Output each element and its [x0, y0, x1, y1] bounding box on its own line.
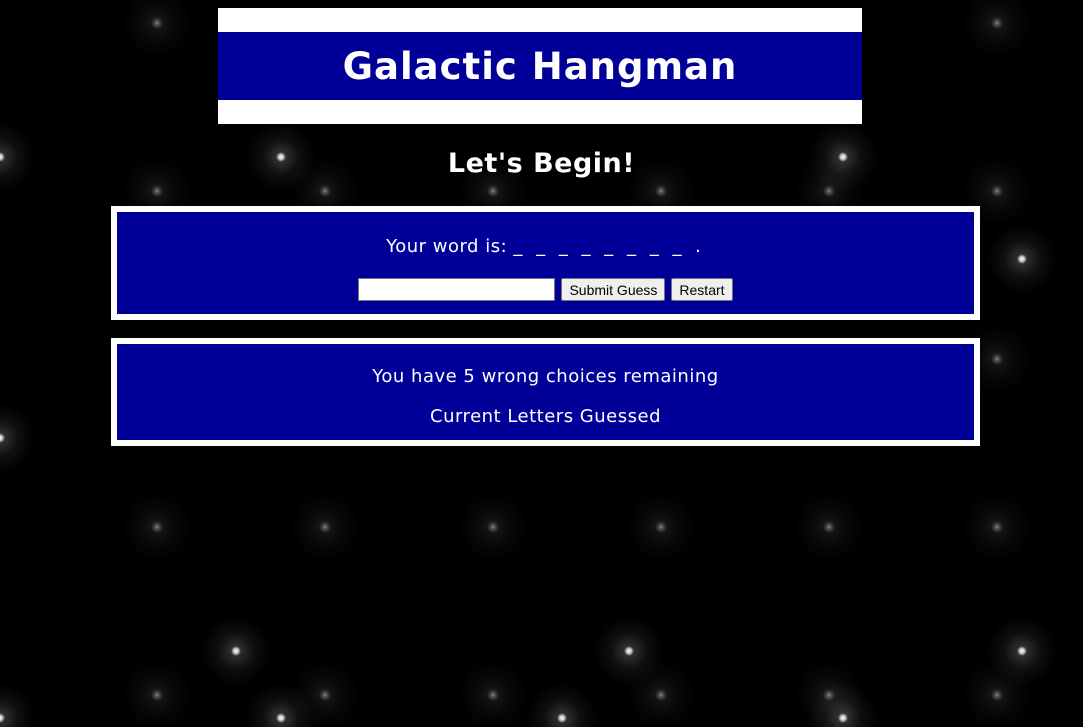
star-decoration: [458, 660, 528, 727]
word-blanks: _ _ _ _ _ _ _ _ .: [513, 236, 705, 257]
star-decoration: [458, 492, 528, 562]
star-decoration: [122, 660, 192, 727]
page: Galactic Hangman Let's Begin! Your word …: [0, 0, 1083, 727]
star-decoration: [594, 616, 664, 686]
star-decoration: [962, 660, 1032, 727]
star-decoration: [0, 683, 35, 727]
star-decoration: [527, 683, 597, 727]
title-bar: Galactic Hangman: [218, 32, 862, 100]
star-decoration: [808, 683, 878, 727]
star-decoration: [962, 0, 1032, 58]
word-panel: Your word is: _ _ _ _ _ _ _ _ . Submit G…: [111, 206, 980, 320]
star-decoration: [0, 403, 35, 473]
star-decoration: [290, 492, 360, 562]
title-banner: Galactic Hangman: [218, 8, 862, 124]
restart-button[interactable]: Restart: [671, 278, 733, 301]
star-decoration: [246, 683, 316, 727]
letters-guessed-label: Current Letters Guessed: [430, 406, 661, 427]
star-decoration: [290, 660, 360, 727]
guess-controls: Submit Guess Restart: [117, 278, 974, 301]
star-decoration: [626, 492, 696, 562]
star-decoration: [987, 224, 1057, 294]
star-decoration: [201, 616, 271, 686]
star-decoration: [962, 492, 1032, 562]
star-decoration: [626, 660, 696, 727]
status-panel: You have 5 wrong choices remaining Curre…: [111, 338, 980, 446]
star-decoration: [987, 616, 1057, 686]
guess-input[interactable]: [358, 278, 556, 301]
word-display: Your word is: _ _ _ _ _ _ _ _ .: [117, 236, 974, 257]
word-label: Your word is:: [386, 236, 508, 257]
star-decoration: [794, 492, 864, 562]
page-title: Galactic Hangman: [342, 44, 738, 88]
star-decoration: [122, 492, 192, 562]
star-decoration: [122, 0, 192, 58]
star-decoration: [794, 660, 864, 727]
submit-guess-button[interactable]: Submit Guess: [561, 278, 666, 301]
remaining-choices-text: You have 5 wrong choices remaining: [372, 366, 719, 387]
page-subtitle: Let's Begin!: [447, 148, 636, 179]
